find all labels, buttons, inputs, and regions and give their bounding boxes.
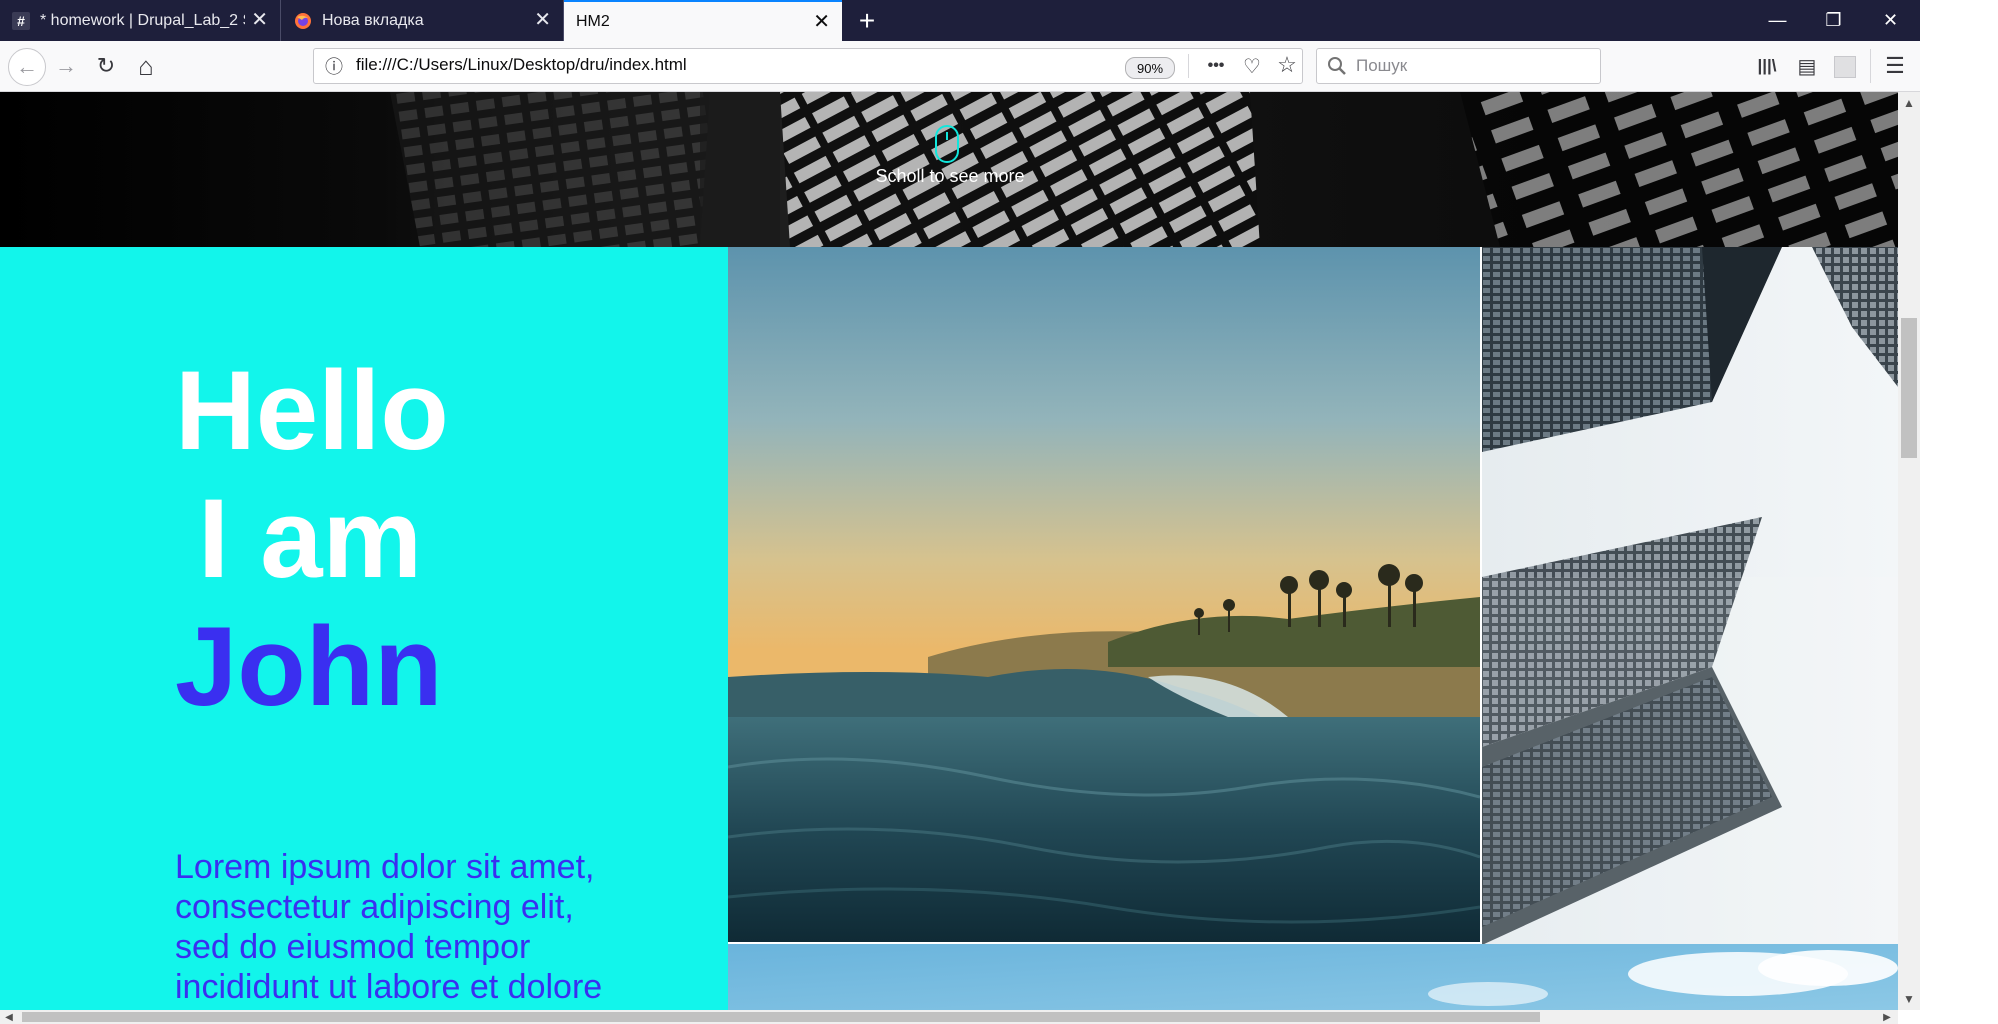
skyscrapers-photo bbox=[1482, 247, 1898, 945]
page-actions-icon[interactable]: ••• bbox=[1200, 54, 1232, 78]
close-tab-icon[interactable]: ✕ bbox=[534, 10, 551, 30]
ocean-wave-photo bbox=[728, 247, 1480, 942]
close-window-button[interactable]: ✕ bbox=[1863, 0, 1918, 41]
mouse-scroll-icon bbox=[934, 124, 960, 164]
pocket-icon[interactable]: ♡ bbox=[1238, 52, 1266, 80]
tab-label: Нова вкладка bbox=[322, 11, 424, 29]
url-text[interactable]: file:///C:/Users/Linux/Desktop/dru/index… bbox=[356, 55, 687, 75]
sidebar-icon[interactable]: ▤ bbox=[1792, 52, 1822, 80]
hello-heading: Hello bbox=[175, 348, 449, 473]
close-tab-icon[interactable]: ✕ bbox=[251, 10, 268, 30]
tab-label: HM2 bbox=[576, 12, 610, 30]
search-placeholder: Пошук bbox=[1356, 56, 1408, 75]
scroll-right-arrow-icon[interactable]: ▶ bbox=[1880, 1010, 1894, 1024]
scroll-down-arrow-icon[interactable]: ▼ bbox=[1901, 991, 1917, 1007]
home-button[interactable]: ⌂ bbox=[130, 50, 162, 82]
new-tab-button[interactable]: + bbox=[852, 4, 882, 38]
close-tab-icon[interactable]: ✕ bbox=[813, 12, 830, 32]
page-viewport: Scholl to see more Hello I am John Lorem… bbox=[0, 92, 1898, 1010]
iam-heading: I am bbox=[198, 476, 423, 601]
tab-homework[interactable]: # * homework | Drupal_Lab_2 Sla ✕ bbox=[0, 0, 281, 41]
divider bbox=[1188, 54, 1189, 78]
scroll-left-arrow-icon[interactable]: ◀ bbox=[2, 1010, 16, 1024]
hash-icon: # bbox=[12, 11, 30, 30]
reload-button[interactable]: ↻ bbox=[90, 50, 122, 82]
vertical-scrollbar[interactable] bbox=[1898, 92, 1920, 1010]
intro-line: sed do eiusmod tempor bbox=[175, 928, 531, 966]
hero-banner: Scholl to see more bbox=[0, 92, 1898, 247]
site-info-icon[interactable]: ⓘ bbox=[322, 54, 346, 78]
library-icon[interactable]: |||\ bbox=[1752, 52, 1782, 80]
menu-icon[interactable]: ☰ bbox=[1880, 52, 1910, 80]
intro-line: Lorem ipsum dolor sit amet, bbox=[175, 848, 595, 886]
name-heading: John bbox=[175, 604, 443, 729]
intro-paragraph: Lorem ipsum dolor sit amet, consectetur … bbox=[175, 847, 695, 1007]
search-icon bbox=[1326, 55, 1348, 77]
divider bbox=[1870, 49, 1871, 83]
scroll-hint-text: Scholl to see more bbox=[875, 166, 1025, 186]
forward-button[interactable]: → bbox=[50, 50, 82, 82]
intro-line: consectetur adipiscing elit, bbox=[175, 888, 574, 926]
bookmark-star-icon[interactable]: ☆ bbox=[1273, 51, 1301, 79]
back-button[interactable]: ← bbox=[8, 48, 46, 86]
tab-label: * homework | Drupal_Lab_2 Sla bbox=[40, 11, 245, 29]
horizontal-scrollbar-thumb[interactable] bbox=[22, 1012, 1540, 1022]
sky-photo bbox=[728, 944, 1898, 1010]
scroll-up-arrow-icon[interactable]: ▲ bbox=[1901, 95, 1917, 111]
intro-line: incididunt ut labore et dolore bbox=[175, 968, 603, 1006]
minimize-button[interactable]: — bbox=[1750, 0, 1805, 41]
vertical-scrollbar-thumb[interactable] bbox=[1901, 318, 1917, 458]
tab-hm2[interactable]: HM2 ✕ bbox=[564, 0, 842, 41]
restore-button[interactable]: ❐ bbox=[1806, 0, 1861, 41]
intro-panel: Hello I am John Lorem ipsum dolor sit am… bbox=[0, 247, 728, 1010]
zoom-level-badge[interactable]: 90% bbox=[1125, 57, 1175, 79]
firefox-icon bbox=[294, 12, 312, 30]
extension-icon[interactable] bbox=[1834, 56, 1856, 78]
tab-new-tab[interactable]: Нова вкладка ✕ bbox=[282, 0, 564, 41]
